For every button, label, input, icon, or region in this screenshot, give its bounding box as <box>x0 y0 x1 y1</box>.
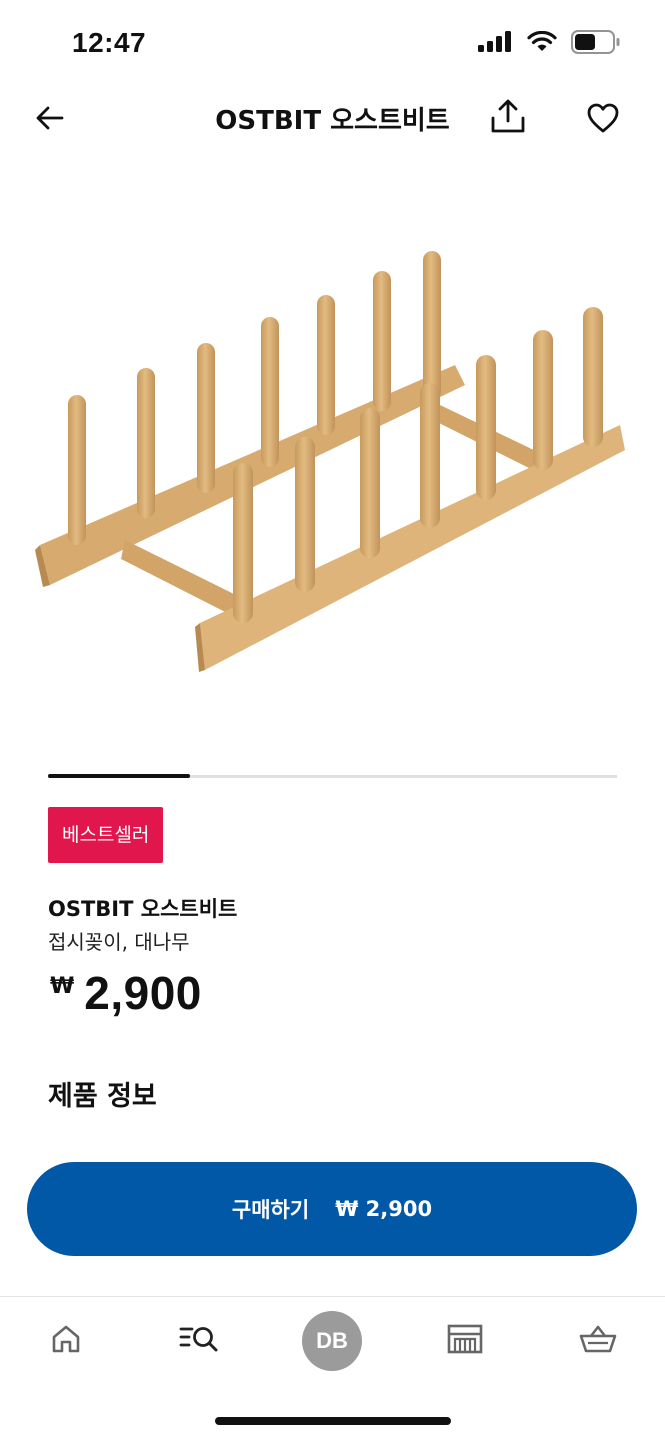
bestseller-badge: 베스트셀러 <box>48 807 164 863</box>
product-name: OSTBIT 오스트비트 <box>48 897 238 921</box>
price-currency: ₩ <box>50 974 75 999</box>
gallery-progress-bar <box>48 774 191 778</box>
wifi-icon <box>527 31 557 51</box>
buy-button-label: 구매하기 <box>231 1198 310 1222</box>
product-price: ₩ 2,900 <box>50 966 202 1020</box>
home-indicator <box>215 1417 451 1425</box>
buy-button[interactable]: 구매하기 ₩ 2,900 <box>27 1162 637 1256</box>
page-title: OSTBIT 오스트비트 <box>215 106 450 136</box>
buy-button-price: ₩ 2,900 <box>335 1197 433 1221</box>
back-button[interactable] <box>30 98 70 138</box>
heart-icon <box>587 103 619 133</box>
gallery-progress-track <box>48 774 617 778</box>
product-info-section-title[interactable]: 제품 정보 <box>48 1074 157 1113</box>
status-time: 12:47 <box>72 27 147 58</box>
tab-home[interactable] <box>31 1297 101 1381</box>
share-button[interactable] <box>488 96 528 136</box>
store-icon <box>447 1324 483 1354</box>
product-description: 접시꽂이, 대나무 <box>48 930 190 954</box>
basket-icon <box>579 1325 617 1353</box>
search-list-icon <box>179 1327 218 1352</box>
dish-rack-product-image[interactable] <box>25 225 640 695</box>
share-icon <box>491 99 525 133</box>
tab-search[interactable] <box>164 1297 234 1381</box>
tab-cart[interactable] <box>563 1297 633 1381</box>
price-value: 2,900 <box>84 967 202 1019</box>
favorite-button[interactable] <box>583 98 623 138</box>
tab-store[interactable] <box>430 1297 500 1381</box>
home-icon <box>52 1325 80 1353</box>
battery-icon <box>571 30 620 54</box>
status-bar: 12:47 <box>0 0 665 90</box>
cellular-signal-icon <box>478 31 511 52</box>
arrow-left-icon <box>36 106 64 130</box>
profile-avatar[interactable]: DB <box>302 1311 362 1371</box>
navigation-bar: OSTBIT 오스트비트 <box>0 90 665 150</box>
status-icons <box>477 30 621 54</box>
